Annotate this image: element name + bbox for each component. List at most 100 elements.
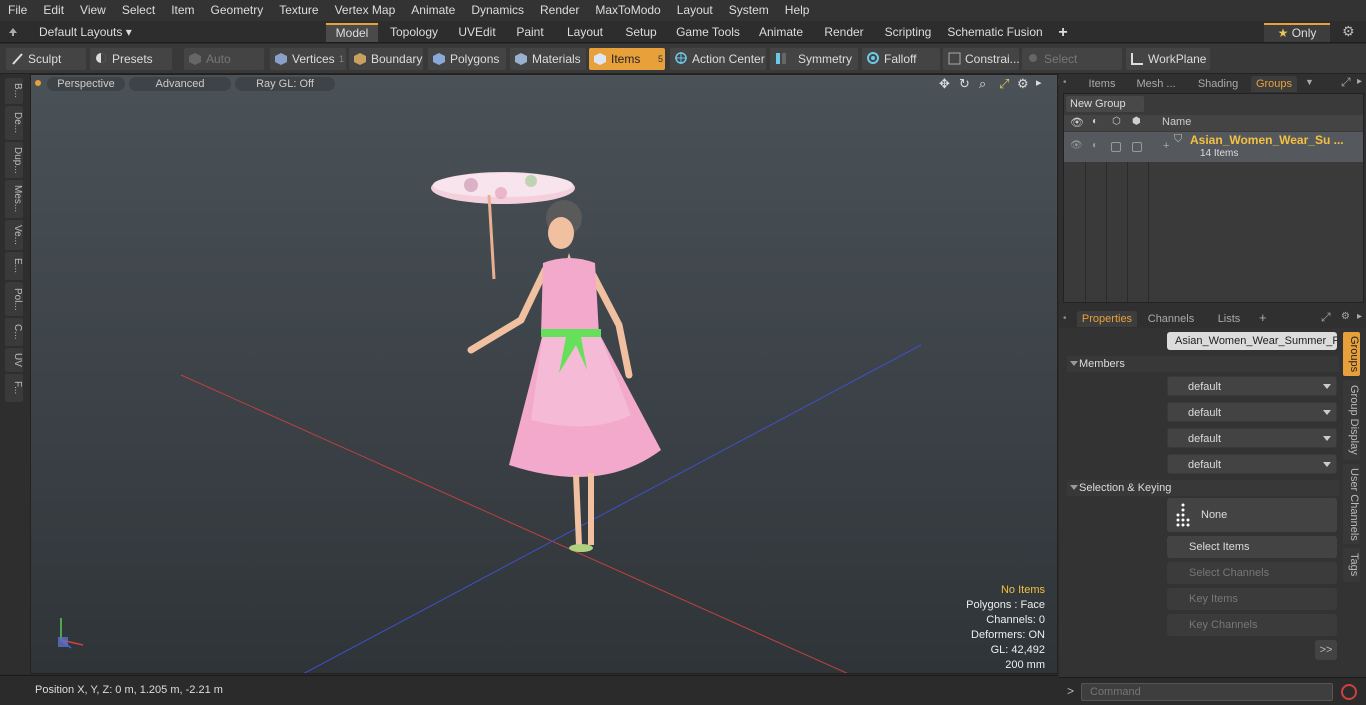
items-button[interactable]: Items 5: [589, 48, 665, 70]
menu-texture[interactable]: Texture: [271, 0, 326, 21]
select-through-button[interactable]: Select Through: [1022, 48, 1122, 88]
polygons-button[interactable]: Polygons: [428, 48, 506, 70]
boundary-button[interactable]: Boundary: [349, 48, 423, 70]
tab-layout[interactable]: Layout: [558, 23, 612, 42]
selection-keying-section[interactable]: Selection & Keying: [1067, 480, 1339, 496]
menu-system[interactable]: System: [721, 0, 777, 21]
add-tab-icon[interactable]: +: [1054, 23, 1072, 42]
group-render-icon[interactable]: ◐: [1092, 140, 1098, 151]
menu-item[interactable]: Item: [163, 0, 202, 21]
select-items-button[interactable]: Select Items: [1167, 536, 1337, 558]
presets-button[interactable]: Presets: [90, 48, 172, 70]
auto-select-button[interactable]: Auto Select: [184, 48, 264, 88]
tab-paint[interactable]: Paint: [510, 23, 550, 42]
left-tab-deform[interactable]: De...: [5, 106, 23, 140]
menu-edit[interactable]: Edit: [35, 0, 72, 21]
record-icon[interactable]: [1341, 684, 1357, 700]
lock-header-icon[interactable]: ⬢: [1132, 116, 1141, 127]
menu-geometry[interactable]: Geometry: [203, 0, 272, 21]
menu-maxtomodo[interactable]: MaxToModo: [587, 0, 668, 21]
tab-animate[interactable]: Animate: [752, 23, 810, 42]
render-dropdown[interactable]: default: [1167, 402, 1337, 422]
menu-render[interactable]: Render: [532, 0, 587, 21]
tab-render[interactable]: Render: [818, 23, 870, 42]
tab-channels[interactable]: Channels: [1143, 311, 1199, 327]
tab-groups[interactable]: Groups: [1251, 76, 1297, 92]
visibility-header-icon[interactable]: 👁: [1070, 116, 1084, 129]
left-tab-polygon[interactable]: Pol...: [5, 282, 23, 316]
left-tab-curve[interactable]: C...: [5, 318, 23, 346]
left-tab-vertex[interactable]: Ve...: [5, 220, 23, 250]
key-channels-button[interactable]: Key Channels: [1167, 614, 1337, 636]
side-tab-user-channels[interactable]: User Channels: [1343, 464, 1360, 544]
menu-animate[interactable]: Animate: [403, 0, 463, 21]
visible-dropdown[interactable]: default: [1167, 376, 1337, 396]
side-tab-tags[interactable]: Tags: [1343, 548, 1360, 582]
group-lock-checkbox[interactable]: [1132, 142, 1142, 152]
selectable-dropdown[interactable]: default: [1167, 428, 1337, 448]
group-select-checkbox[interactable]: [1111, 142, 1121, 152]
name-field[interactable]: Asian_Women_Wear_Summer_Fi: [1167, 332, 1337, 350]
action-center-button[interactable]: Action Center: [670, 48, 766, 70]
tab-items[interactable]: Items: [1085, 76, 1119, 92]
locked-dropdown[interactable]: default: [1167, 454, 1337, 474]
tab-model[interactable]: Model: [326, 23, 378, 42]
group-row[interactable]: 👁 ◐ + ⛉ Asian_Women_Wear_Su ... 14 Items: [1064, 132, 1363, 162]
menu-select[interactable]: Select: [114, 0, 163, 21]
add-properties-tab-icon[interactable]: +: [1259, 310, 1267, 325]
tab-game-tools[interactable]: Game Tools: [672, 23, 744, 42]
materials-button[interactable]: Materials: [510, 48, 586, 70]
left-tab-basic[interactable]: B...: [5, 78, 23, 104]
menu-dynamics[interactable]: Dynamics: [463, 0, 532, 21]
more-button[interactable]: >>: [1315, 640, 1337, 660]
menu-help[interactable]: Help: [777, 0, 818, 21]
tab-setup[interactable]: Setup: [618, 23, 664, 42]
left-tab-fusion[interactable]: F...: [5, 374, 23, 402]
left-tab-duplicate[interactable]: Dup...: [5, 142, 23, 178]
symmetry-button[interactable]: Symmetry: [770, 48, 858, 70]
menu-vertex-map[interactable]: Vertex Map: [327, 0, 404, 21]
render-header-icon[interactable]: ◐: [1092, 116, 1098, 127]
group-expand-icon[interactable]: +: [1163, 140, 1169, 152]
command-input[interactable]: [1081, 683, 1333, 701]
menu-layout[interactable]: Layout: [669, 0, 721, 21]
panel-expand-icon[interactable]: ▸: [1357, 76, 1362, 87]
tab-properties[interactable]: Properties: [1077, 311, 1137, 327]
layout-arrow-icon[interactable]: [8, 26, 18, 36]
default-layouts-dropdown[interactable]: Default Layouts ▾: [39, 24, 132, 40]
falloff-button[interactable]: Falloff: [862, 48, 940, 70]
only-toggle[interactable]: ★ Only: [1264, 23, 1330, 42]
tab-uvedit[interactable]: UVEdit: [452, 23, 502, 42]
select-header-icon[interactable]: ⬡: [1112, 116, 1121, 127]
members-section[interactable]: Members: [1067, 356, 1339, 372]
tab-schematic-fusion[interactable]: Schematic Fusion: [946, 23, 1044, 42]
menu-view[interactable]: View: [72, 0, 114, 21]
tab-mesh[interactable]: Mesh ...: [1131, 76, 1181, 92]
constraints-button[interactable]: Constrai...: [943, 48, 1020, 70]
tab-topology[interactable]: Topology: [384, 23, 444, 42]
panel-maximize-icon[interactable]: ⤢: [1341, 75, 1351, 90]
sculpt-button[interactable]: Sculpt: [6, 48, 86, 70]
gear-icon[interactable]: ⚙: [1342, 23, 1355, 40]
side-tab-groups[interactable]: Groups: [1343, 332, 1360, 376]
properties-menu-icon[interactable]: ⚙: [1341, 311, 1350, 322]
3d-viewport[interactable]: Perspective Advanced Ray GL: Off ✥ ↻ ⌕ ⤢…: [30, 74, 1058, 674]
vertices-button[interactable]: Vertices 1: [270, 48, 346, 70]
panel-dot-icon[interactable]: •: [1063, 77, 1067, 88]
select-channels-button[interactable]: Select Channels: [1167, 562, 1337, 584]
left-tab-uv[interactable]: UV: [5, 348, 23, 372]
left-tab-mesh-edit[interactable]: Mes...: [5, 180, 23, 218]
properties-dot-icon[interactable]: •: [1063, 313, 1067, 324]
menu-file[interactable]: File: [0, 0, 35, 21]
new-group-button[interactable]: New Group: [1066, 96, 1144, 112]
left-tab-edge[interactable]: E...: [5, 252, 23, 280]
properties-expand-icon[interactable]: ▸: [1357, 311, 1362, 322]
properties-maximize-icon[interactable]: ⤢: [1321, 310, 1331, 325]
tab-lists[interactable]: Lists: [1207, 311, 1251, 327]
tab-dropdown-icon[interactable]: ▼: [1305, 77, 1314, 87]
none-button[interactable]: None: [1167, 498, 1337, 532]
group-visible-icon[interactable]: 👁: [1070, 140, 1083, 151]
workplane-button[interactable]: WorkPlane: [1126, 48, 1210, 70]
tab-scripting[interactable]: Scripting: [878, 23, 938, 42]
side-tab-group-display[interactable]: Group Display: [1343, 380, 1360, 460]
